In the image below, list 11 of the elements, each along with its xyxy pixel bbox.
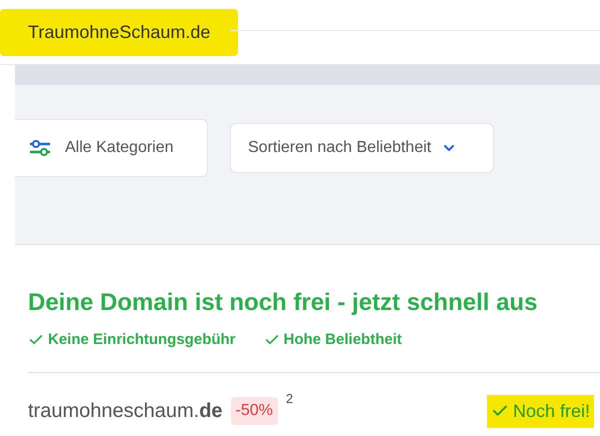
feature-label: Keine Einrichtungsgebühr (48, 330, 236, 350)
domain-name: traumohneschaum.de (28, 399, 223, 424)
site-title: TraumohneSchaum.de (0, 8, 238, 56)
offer-heading: Deine Domain ist noch frei - jetzt schnell aus (28, 288, 538, 318)
category-button[interactable]: Alle Kategorien (15, 119, 208, 177)
availability-status: Noch frei! (512, 400, 590, 422)
discount-badge: -50% (230, 397, 278, 425)
footnote-number: 2 (286, 390, 294, 408)
sliders-icon (29, 138, 51, 158)
feature-label: Hohe Beliebtheit (284, 330, 402, 350)
sort-select[interactable]: Sortieren nach Beliebtheit (230, 123, 494, 173)
